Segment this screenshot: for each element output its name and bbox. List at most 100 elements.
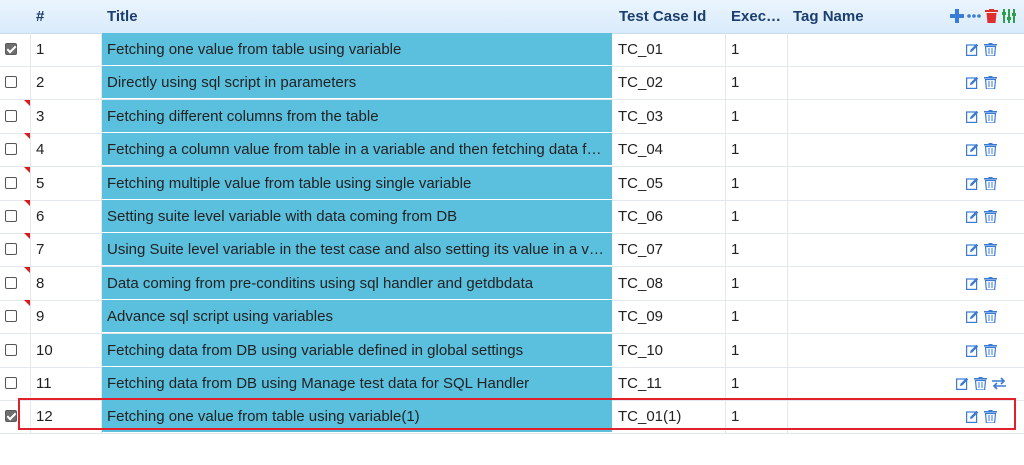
- edit-icon[interactable]: [956, 377, 969, 390]
- edit-icon[interactable]: [966, 243, 979, 257]
- row-checkbox[interactable]: [5, 43, 17, 55]
- row-title[interactable]: Fetching multiple value from table using…: [102, 166, 612, 200]
- table-row[interactable]: 4 Fetching a column value from table in a…: [0, 133, 1024, 168]
- table-row[interactable]: 11 Fetching data from DB using Manage tes…: [0, 367, 1024, 401]
- row-checkbox[interactable]: [5, 276, 17, 289]
- trash-icon[interactable]: [985, 9, 998, 23]
- edit-icon[interactable]: [966, 76, 979, 90]
- row-tag-name[interactable]: [788, 400, 948, 433]
- row-test-case-id[interactable]: TC_08: [613, 266, 726, 300]
- row-title[interactable]: Fetching different columns from the tabl…: [102, 99, 612, 133]
- row-test-case-id[interactable]: TC_03: [613, 99, 726, 133]
- trash-icon[interactable]: [984, 310, 997, 324]
- trash-icon[interactable]: [984, 109, 997, 123]
- row-test-case-id[interactable]: TC_01(1): [613, 400, 726, 434]
- row-checkbox[interactable]: [5, 176, 17, 189]
- row-test-case-id[interactable]: TC_05: [613, 166, 726, 200]
- row-checkbox[interactable]: [5, 109, 17, 122]
- col-header-exec[interactable]: Exec…: [731, 0, 781, 33]
- row-exec[interactable]: 1: [726, 367, 788, 400]
- row-exec[interactable]: 1: [726, 99, 788, 133]
- row-checkbox[interactable]: [5, 210, 17, 222]
- edit-icon[interactable]: [966, 344, 979, 357]
- row-tag-name[interactable]: [788, 100, 948, 133]
- row-title[interactable]: Fetching data from DB using variable def…: [102, 333, 612, 367]
- settings-icon[interactable]: [1002, 9, 1016, 23]
- table-row[interactable]: 2 Directly using sql script in parameters…: [0, 66, 1024, 101]
- edit-icon[interactable]: [966, 410, 979, 424]
- trash-icon[interactable]: [984, 43, 997, 56]
- edit-icon[interactable]: [966, 110, 979, 123]
- row-checkbox[interactable]: [5, 310, 17, 323]
- plus-icon[interactable]: [950, 9, 964, 23]
- row-test-case-id[interactable]: TC_02: [613, 66, 726, 100]
- row-checkbox[interactable]: [5, 143, 17, 156]
- row-title[interactable]: Fetching a column value from table in a …: [102, 133, 612, 167]
- row-title[interactable]: Setting suite level variable with data c…: [102, 200, 612, 233]
- row-exec[interactable]: 1: [726, 133, 788, 167]
- trash-icon[interactable]: [984, 243, 997, 257]
- row-title[interactable]: Advance sql script using variables: [102, 300, 612, 334]
- trash-icon[interactable]: [984, 76, 997, 90]
- row-tag-name[interactable]: [788, 267, 948, 300]
- col-header-num[interactable]: #: [36, 0, 44, 33]
- row-test-case-id[interactable]: TC_04: [613, 133, 726, 167]
- edit-icon[interactable]: [966, 210, 979, 223]
- trash-icon[interactable]: [984, 176, 997, 190]
- table-row[interactable]: 9 Advance sql script using variables TC_09…: [0, 300, 1024, 335]
- row-tag-name[interactable]: [788, 133, 948, 166]
- row-tag-name[interactable]: [788, 233, 948, 266]
- table-row[interactable]: 7 Using Suite level variable in the test …: [0, 233, 1024, 268]
- row-exec[interactable]: 1: [726, 200, 788, 233]
- row-test-case-id[interactable]: TC_01: [613, 33, 726, 66]
- trash-icon[interactable]: [984, 343, 997, 357]
- table-row[interactable]: 10 Fetching data from DB using variable d…: [0, 333, 1024, 368]
- swap-icon[interactable]: [991, 377, 1007, 390]
- edit-icon[interactable]: [966, 177, 979, 190]
- row-checkbox[interactable]: [5, 243, 17, 256]
- row-tag-name[interactable]: [788, 200, 948, 233]
- table-row[interactable]: 6 Setting suite level variable with data …: [0, 200, 1024, 234]
- row-checkbox[interactable]: [5, 343, 17, 356]
- row-title[interactable]: Data coming from pre-conditins using sql…: [102, 266, 612, 300]
- row-exec[interactable]: 1: [726, 300, 788, 334]
- trash-icon[interactable]: [984, 410, 997, 424]
- row-tag-name[interactable]: [788, 167, 948, 200]
- row-tag-name[interactable]: [788, 367, 948, 400]
- edit-icon[interactable]: [966, 143, 979, 157]
- row-exec[interactable]: 1: [726, 266, 788, 300]
- row-exec[interactable]: 1: [726, 400, 788, 434]
- col-header-title[interactable]: Title: [107, 0, 138, 33]
- row-exec[interactable]: 1: [726, 333, 788, 367]
- edit-icon[interactable]: [966, 43, 979, 56]
- row-checkbox[interactable]: [5, 410, 17, 423]
- edit-icon[interactable]: [966, 310, 979, 324]
- row-checkbox[interactable]: [5, 377, 17, 389]
- table-row[interactable]: 8 Data coming from pre-conditins using sq…: [0, 266, 1024, 301]
- row-exec[interactable]: 1: [726, 33, 788, 66]
- row-checkbox[interactable]: [5, 76, 17, 89]
- row-tag-name[interactable]: [788, 33, 948, 66]
- edit-icon[interactable]: [966, 277, 979, 290]
- row-tag-name[interactable]: [788, 66, 948, 99]
- col-header-tag-name[interactable]: Tag Name: [793, 0, 864, 33]
- row-exec[interactable]: 1: [726, 233, 788, 267]
- col-header-test-case-id[interactable]: Test Case Id: [619, 0, 706, 33]
- row-title[interactable]: Fetching one value from table using vari…: [102, 33, 612, 66]
- trash-icon[interactable]: [984, 210, 997, 223]
- row-title[interactable]: Fetching one value from table using vari…: [102, 400, 612, 434]
- more-icon[interactable]: [967, 9, 981, 23]
- table-row[interactable]: 5 Fetching multiple value from table usin…: [0, 166, 1024, 201]
- row-test-case-id[interactable]: TC_09: [613, 300, 726, 334]
- row-test-case-id[interactable]: TC_11: [613, 367, 726, 400]
- row-test-case-id[interactable]: TC_06: [613, 200, 726, 233]
- row-exec[interactable]: 1: [726, 166, 788, 200]
- table-row[interactable]: 3 Fetching different columns from the tab…: [0, 99, 1024, 134]
- row-test-case-id[interactable]: TC_10: [613, 333, 726, 367]
- trash-icon[interactable]: [984, 143, 997, 157]
- table-row[interactable]: 1 Fetching one value from table using var…: [0, 33, 1024, 67]
- table-row[interactable]: 12 Fetching one value from table using va…: [0, 400, 1024, 435]
- row-tag-name[interactable]: [788, 334, 948, 367]
- row-tag-name[interactable]: [788, 300, 948, 333]
- row-test-case-id[interactable]: TC_07: [613, 233, 726, 267]
